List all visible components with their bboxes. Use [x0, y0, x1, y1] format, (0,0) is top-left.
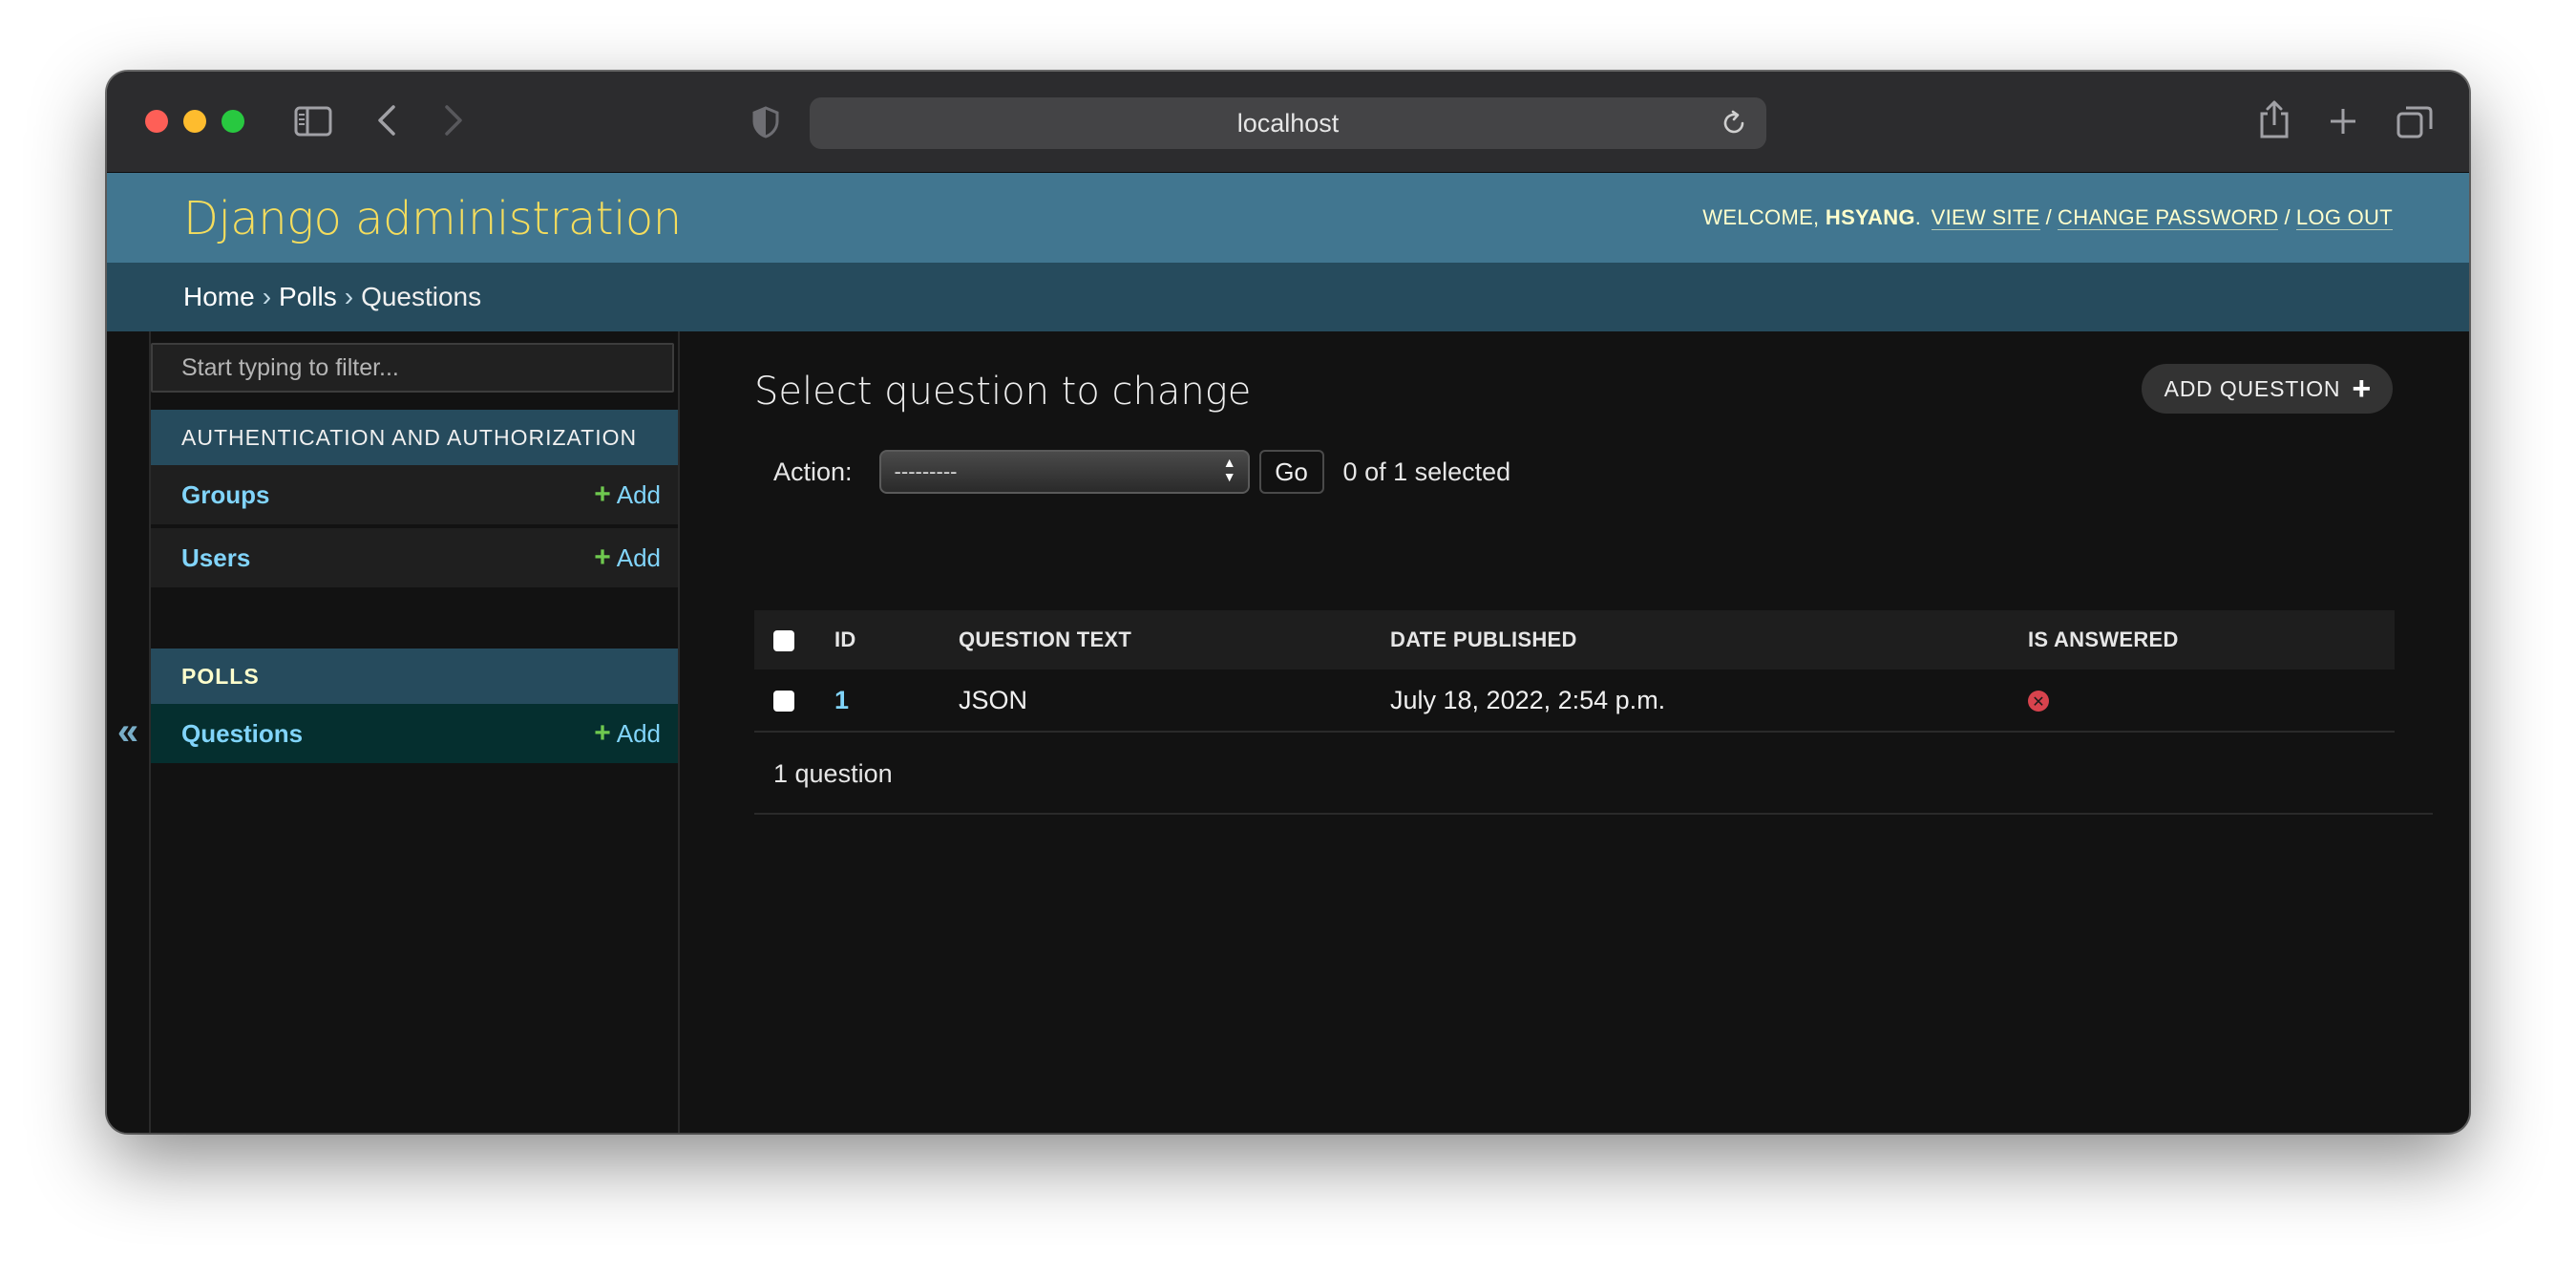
user-tools: WELCOME, HSYANG. VIEW SITE / CHANGE PASSWO… [1702, 205, 2393, 230]
minimize-window-button[interactable] [183, 110, 206, 133]
false-x-icon: ✕ [2028, 691, 2049, 712]
breadcrumb-home[interactable]: Home [183, 282, 255, 312]
tab-overview-icon[interactable] [2397, 104, 2433, 143]
breadcrumb-polls[interactable]: Polls [279, 282, 337, 312]
row-checkbox[interactable] [773, 691, 794, 712]
results-table: ID QUESTION TEXT DATE PUBLISHED IS ANSWE… [754, 610, 2395, 733]
username: HSYANG [1825, 205, 1915, 229]
action-select-value: --------- [894, 459, 958, 483]
sidebar-item-groups: Groups + Add [151, 465, 678, 526]
log-out-link[interactable]: LOG OUT [2295, 205, 2393, 230]
close-window-button[interactable] [145, 110, 168, 133]
change-password-link[interactable]: CHANGE PASSWORD [2058, 205, 2279, 230]
column-header-id[interactable]: ID [834, 610, 959, 670]
double-chevron-left-icon: « [116, 711, 139, 753]
plus-icon: + [594, 717, 611, 749]
main-content: Select question to change ADD QUESTION +… [680, 331, 2469, 1133]
privacy-shield-icon[interactable] [752, 106, 779, 143]
nav-filter-input[interactable]: Start typing to filter... [151, 343, 674, 393]
column-header-question-text[interactable]: QUESTION TEXT [959, 610, 1390, 670]
selection-counter: 0 of 1 selected [1342, 457, 1511, 486]
address-bar[interactable]: localhost [810, 97, 1766, 149]
url-text: localhost [1236, 108, 1340, 138]
go-button[interactable]: Go [1258, 450, 1324, 494]
select-all-cell [754, 610, 834, 670]
is-answered-cell: ✕ [2028, 670, 2395, 733]
action-label: Action: [773, 457, 853, 486]
actions-bar: Action: --------- ▲ ▼ Go 0 of 1 selected [773, 446, 1510, 498]
share-icon[interactable] [2258, 98, 2291, 145]
sidebar-item-label[interactable]: Users [181, 543, 594, 573]
plus-icon: + [2352, 371, 2372, 407]
question-id-link[interactable]: 1 [834, 686, 849, 714]
new-tab-icon[interactable] [2328, 106, 2358, 141]
table-header-row: ID QUESTION TEXT DATE PUBLISHED IS ANSWE… [754, 610, 2395, 670]
page-title: Select question to change [754, 370, 1252, 414]
add-label: Add [616, 718, 661, 748]
action-select[interactable]: --------- ▲ ▼ [878, 450, 1250, 494]
select-all-checkbox[interactable] [773, 630, 794, 652]
sidebar-item-users: Users + Add [151, 528, 678, 589]
app-caption-auth[interactable]: AUTHENTICATION AND AUTHORIZATION [151, 410, 678, 465]
column-header-date-published[interactable]: DATE PUBLISHED [1390, 610, 2028, 670]
add-user-link[interactable]: + Add [594, 543, 661, 573]
add-label: Add [616, 479, 661, 509]
date-published-cell: July 18, 2022, 2:54 p.m. [1390, 670, 2028, 733]
reload-icon[interactable] [1721, 110, 1747, 143]
add-question-button[interactable]: ADD QUESTION + [2141, 364, 2393, 414]
question-text-cell: JSON [959, 670, 1390, 733]
site-branding[interactable]: Django administration [183, 192, 682, 245]
zoom-window-button[interactable] [222, 110, 244, 133]
plus-icon: + [594, 478, 611, 510]
sidebar-item-label[interactable]: Questions [181, 719, 594, 749]
browser-toolbar: localhost [107, 72, 2469, 174]
id-cell: 1 [834, 670, 959, 733]
add-question-link[interactable]: + Add [594, 719, 661, 749]
select-arrows-icon: ▲ ▼ [1222, 455, 1236, 484]
browser-window: localhost Django administration WELCOME,… [107, 72, 2469, 1133]
add-group-link[interactable]: + Add [594, 480, 661, 510]
table-row: 1 JSON July 18, 2022, 2:54 p.m. ✕ [754, 670, 2395, 733]
add-question-label: ADD QUESTION [2164, 375, 2341, 401]
paginator: 1 question [754, 734, 2433, 815]
sidebar-toggle-icon[interactable] [294, 106, 332, 141]
toggle-sidebar-button[interactable]: « [107, 331, 151, 1133]
app-caption-polls[interactable]: POLLS [151, 649, 678, 704]
nav-sidebar: Start typing to filter... AUTHENTICATION… [151, 331, 680, 1133]
breadcrumb-current: Questions [361, 282, 482, 311]
breadcrumb-separator: › [344, 282, 354, 311]
row-select-cell [754, 670, 834, 733]
breadcrumb: Home › Polls › Questions [107, 263, 2469, 331]
breadcrumb-separator: › [262, 282, 272, 311]
welcome-text: WELCOME, [1702, 205, 1820, 229]
plus-icon: + [594, 542, 611, 573]
sidebar-item-label[interactable]: Groups [181, 480, 594, 510]
add-label: Add [616, 542, 661, 572]
column-header-is-answered[interactable]: IS ANSWERED [2028, 610, 2395, 670]
sidebar-item-questions: Questions + Add [151, 704, 678, 765]
view-site-link[interactable]: VIEW SITE [1931, 205, 2040, 230]
nav-filter-placeholder: Start typing to filter... [181, 353, 399, 381]
site-header: Django administration WELCOME, HSYANG. V… [107, 173, 2469, 263]
back-icon[interactable] [376, 104, 397, 141]
forward-icon[interactable] [443, 104, 464, 141]
